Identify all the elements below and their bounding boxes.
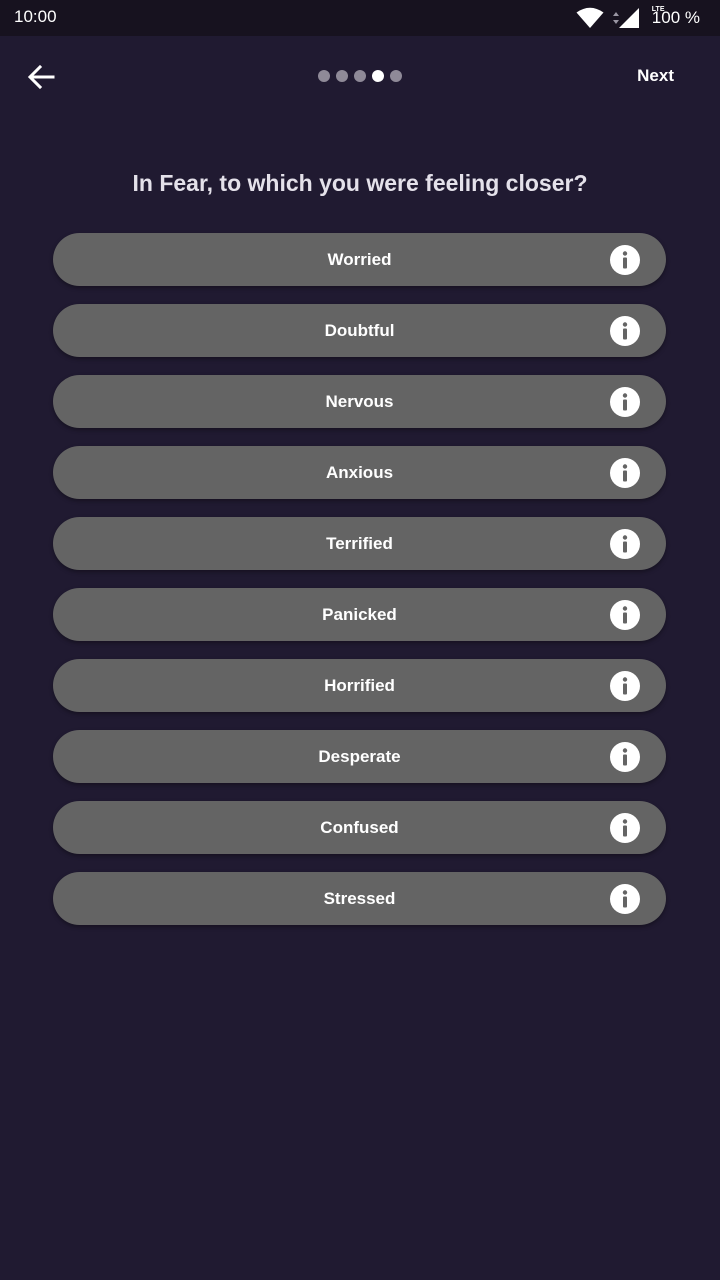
emotion-option[interactable]: Nervous (53, 375, 666, 428)
info-icon[interactable] (610, 245, 640, 275)
emotion-option[interactable]: Doubtful (53, 304, 666, 357)
emotion-option[interactable]: Worried (53, 233, 666, 286)
wifi-icon (576, 7, 604, 29)
info-icon[interactable] (610, 813, 640, 843)
progress-dot (372, 70, 384, 82)
progress-dot (318, 70, 330, 82)
progress-indicator (318, 70, 402, 82)
emotion-option-label: Panicked (322, 605, 397, 624)
progress-dot (354, 70, 366, 82)
status-time: 10:00 (14, 7, 57, 26)
emotion-option[interactable]: Terrified (53, 517, 666, 570)
signal-icon: LTE (610, 6, 665, 29)
info-icon[interactable] (610, 458, 640, 488)
question-title: In Fear, to which you were feeling close… (132, 170, 588, 196)
info-icon[interactable] (610, 600, 640, 630)
info-icon[interactable] (610, 671, 640, 701)
emotion-option[interactable]: Stressed (53, 872, 666, 925)
top-bar: Next (0, 36, 720, 116)
info-icon[interactable] (610, 316, 640, 346)
emotion-option[interactable]: Desperate (53, 730, 666, 783)
next-button[interactable]: Next (637, 66, 674, 86)
emotion-option[interactable]: Panicked (53, 588, 666, 641)
info-icon[interactable] (610, 387, 640, 417)
info-icon[interactable] (610, 742, 640, 772)
back-button[interactable] (24, 60, 58, 94)
emotion-option-label: Worried (327, 250, 392, 269)
emotion-option-label: Terrified (326, 534, 393, 553)
emotion-options-list: Worried Doubtful Nervous Anxious Terrified Pa… (53, 233, 666, 943)
emotion-option-label: Anxious (325, 463, 394, 482)
arrow-left-icon (24, 64, 58, 98)
info-icon[interactable] (610, 529, 640, 559)
emotion-option-label: Nervous (325, 392, 394, 411)
emotion-option-label: Doubtful (324, 321, 395, 340)
emotion-option-label: Confused (320, 818, 399, 837)
status-bar: 10:00 LTE 100 % (0, 0, 720, 36)
emotion-option-label: Desperate (318, 747, 401, 766)
progress-dot (390, 70, 402, 82)
progress-dot (336, 70, 348, 82)
emotion-option[interactable]: Confused (53, 801, 666, 854)
lte-label: LTE (651, 6, 665, 13)
info-icon[interactable] (610, 884, 640, 914)
emotion-option[interactable]: Anxious (53, 446, 666, 499)
emotion-option-label: Horrified (324, 676, 395, 695)
emotion-option-label: Stressed (323, 889, 396, 908)
emotion-option[interactable]: Horrified (53, 659, 666, 712)
status-icons: LTE 100 % (576, 5, 700, 31)
